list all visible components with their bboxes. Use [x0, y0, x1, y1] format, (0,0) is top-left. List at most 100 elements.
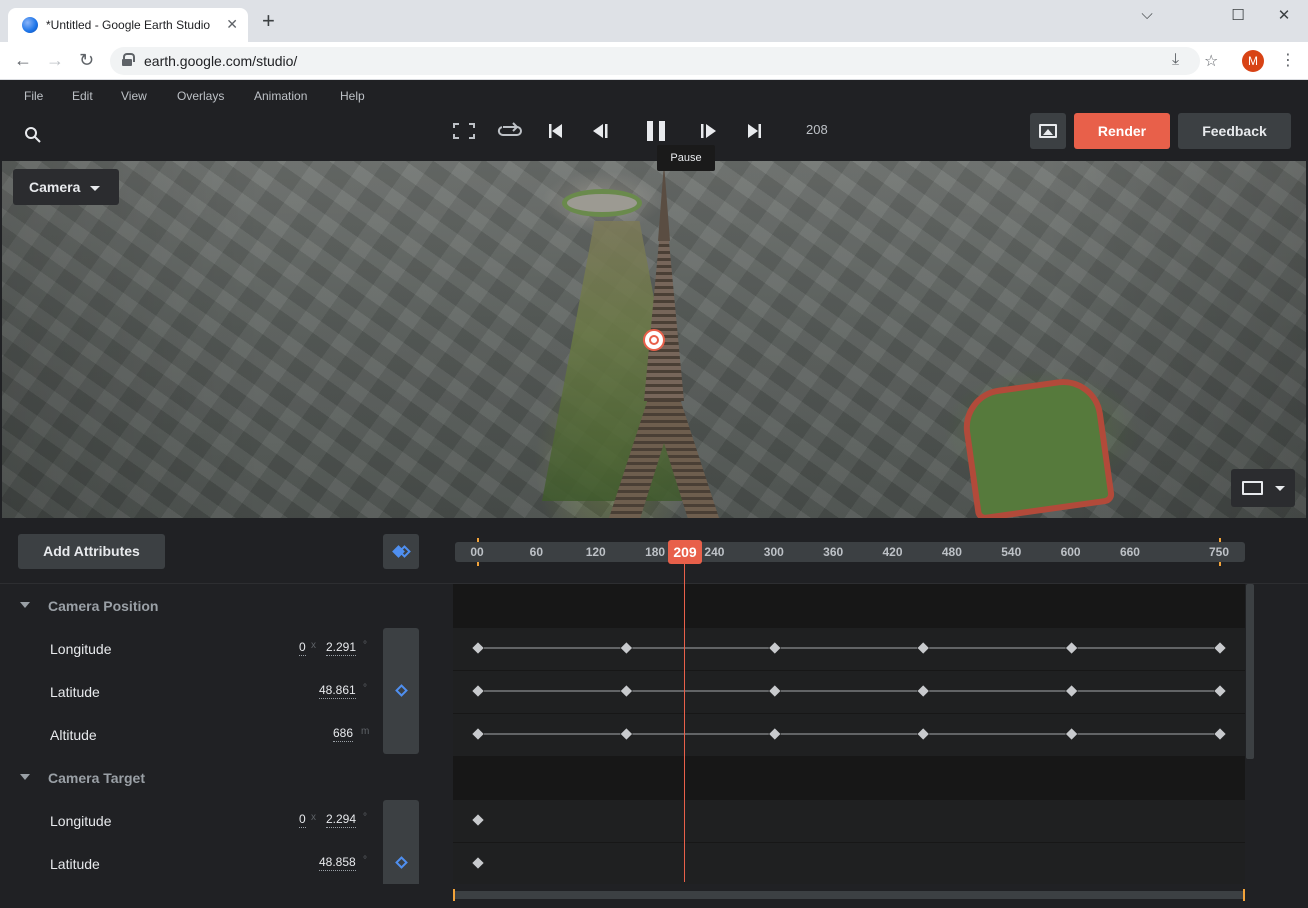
range-end-marker[interactable]: [1219, 538, 1221, 542]
browser-tab[interactable]: *Untitled - Google Earth Studio ✕: [8, 8, 248, 42]
render-button[interactable]: Render: [1074, 113, 1170, 149]
fullscreen-icon[interactable]: [452, 122, 476, 140]
expand-triangle-icon[interactable]: [20, 774, 30, 780]
attr-row-target-latitude[interactable]: Latitude 48.858 °: [0, 842, 452, 884]
aspect-ratio-dropdown[interactable]: [1231, 469, 1295, 507]
camera-target-icon[interactable]: [643, 329, 665, 351]
current-frame-display[interactable]: 208: [806, 122, 828, 137]
keyframe-diamond[interactable]: [1065, 685, 1078, 697]
loop-icon[interactable]: [497, 121, 523, 141]
ruler-label: 600: [1060, 545, 1081, 559]
keyframe-diamond[interactable]: [769, 685, 781, 697]
playhead-line[interactable]: [684, 564, 685, 882]
keyframe-diamond[interactable]: [1214, 685, 1226, 697]
attr-unit: °: [363, 683, 367, 694]
earth-favicon-icon: [22, 17, 38, 33]
caret-down-icon: [90, 185, 101, 191]
ruler-label: 480: [941, 545, 962, 559]
attr-value[interactable]: 686: [333, 726, 354, 742]
attr-row-position-latitude[interactable]: Latitude 48.861 °: [0, 670, 452, 713]
attr-row-position-longitude[interactable]: Longitude 0 x 2.291 °: [0, 627, 452, 670]
keyframe-diamond[interactable]: [1214, 728, 1226, 740]
keyframe-diamond[interactable]: [472, 814, 484, 826]
stadium-track: [958, 373, 1116, 518]
range-start-marker[interactable]: [477, 538, 479, 542]
keyframe-diamond[interactable]: [472, 685, 484, 697]
skip-to-start-icon[interactable]: [548, 123, 564, 139]
close-window-icon[interactable]: ✕: [1261, 6, 1307, 24]
keyframe-diamond[interactable]: [769, 642, 781, 654]
keyframe-diamond[interactable]: [472, 857, 484, 869]
browser-menu-icon[interactable]: ⋮: [1280, 50, 1296, 70]
forward-arrow-icon[interactable]: →: [46, 50, 64, 71]
new-tab-button[interactable]: +: [262, 10, 275, 32]
attr-revolutions-value[interactable]: 0: [299, 640, 306, 656]
keyframe-diamond[interactable]: [620, 642, 633, 654]
search-icon[interactable]: [24, 126, 42, 144]
keyframe-diamond[interactable]: [620, 728, 633, 740]
ruler-label: 60: [529, 545, 544, 559]
step-forward-icon[interactable]: [699, 123, 717, 139]
menu-overlays[interactable]: Overlays: [177, 89, 224, 103]
reload-icon[interactable]: ↻: [79, 50, 94, 71]
app-root: *Untitled - Google Earth Studio ✕ + ⌵ ☐ …: [0, 0, 1308, 908]
timeline-ruler[interactable]: 00 60 120 180 240 300 360 420 480 540 600 660 750: [455, 538, 1245, 566]
step-back-icon[interactable]: [592, 123, 610, 139]
keyframe-diamond[interactable]: [472, 642, 484, 654]
maximize-icon[interactable]: ☐: [1215, 6, 1261, 24]
keyframe-tracks[interactable]: [453, 584, 1245, 884]
profile-avatar[interactable]: M: [1242, 50, 1264, 72]
browser-tab-bar: *Untitled - Google Earth Studio ✕ + ⌵ ☐ …: [0, 0, 1308, 42]
keyframe-diamond[interactable]: [1065, 728, 1078, 740]
keyframe-diamond[interactable]: [472, 728, 484, 740]
menu-view[interactable]: View: [121, 89, 147, 103]
keyframe-diamond[interactable]: [1214, 642, 1226, 654]
attr-value[interactable]: 2.291: [326, 640, 357, 656]
menu-edit[interactable]: Edit: [72, 89, 93, 103]
menu-help[interactable]: Help: [340, 89, 365, 103]
keyframe-diamond[interactable]: [1065, 642, 1078, 654]
menu-animation[interactable]: Animation: [254, 89, 307, 103]
ruler-label: 120: [585, 545, 606, 559]
url-omnibox[interactable]: earth.google.com/studio/ ⤓ ☆: [110, 47, 1218, 75]
ruler-label: 240: [704, 545, 725, 559]
attr-value[interactable]: 2.294: [326, 812, 357, 828]
attr-row-position-altitude[interactable]: Altitude 686 m: [0, 713, 452, 756]
snapshot-button[interactable]: [1030, 113, 1066, 149]
scroll-end-handle[interactable]: [1243, 889, 1245, 901]
back-arrow-icon[interactable]: ←: [14, 50, 32, 71]
add-attributes-button[interactable]: Add Attributes: [18, 534, 165, 569]
camera-view-dropdown[interactable]: Camera: [13, 169, 119, 205]
vertical-scrollbar[interactable]: [1246, 584, 1254, 759]
aspect-rectangle-icon: [1242, 481, 1263, 495]
tab-close-icon[interactable]: ✕: [226, 16, 238, 33]
keyframe-toggle-button[interactable]: [383, 534, 419, 569]
group-camera-position[interactable]: Camera Position: [0, 584, 452, 627]
keyframe-diamond[interactable]: [917, 728, 929, 740]
menu-file[interactable]: File: [24, 89, 43, 103]
horizontal-scrollbar[interactable]: [453, 889, 1245, 901]
bookmark-star-icon[interactable]: ☆: [1204, 51, 1218, 71]
scroll-start-handle[interactable]: [453, 889, 455, 901]
app-toolbar: 208 Render Feedback: [0, 110, 1308, 161]
pause-icon[interactable]: [645, 120, 667, 142]
attr-row-target-longitude[interactable]: Longitude 0 x 2.294 °: [0, 799, 452, 842]
playhead-frame-badge[interactable]: 209: [668, 540, 702, 564]
keyframe-diamond[interactable]: [769, 728, 781, 740]
skip-to-end-icon[interactable]: [746, 123, 762, 139]
install-app-icon[interactable]: ⤓: [1172, 51, 1179, 69]
ruler-label: 660: [1119, 545, 1140, 559]
attr-value[interactable]: 48.858: [319, 855, 356, 871]
attr-name: Longitude: [50, 641, 112, 657]
group-camera-target[interactable]: Camera Target: [0, 756, 452, 799]
attr-name: Latitude: [50, 684, 100, 700]
keyframe-diamond[interactable]: [620, 685, 633, 697]
attr-revolutions-value[interactable]: 0: [299, 812, 306, 828]
earth-viewport[interactable]: Camera: [2, 161, 1306, 518]
keyframe-diamond[interactable]: [917, 642, 929, 654]
expand-triangle-icon[interactable]: [20, 602, 30, 608]
feedback-button[interactable]: Feedback: [1178, 113, 1291, 149]
keyframe-diamond[interactable]: [917, 685, 929, 697]
attr-value[interactable]: 48.861: [319, 683, 356, 699]
minimize-icon[interactable]: ⌵: [1124, 6, 1170, 23]
